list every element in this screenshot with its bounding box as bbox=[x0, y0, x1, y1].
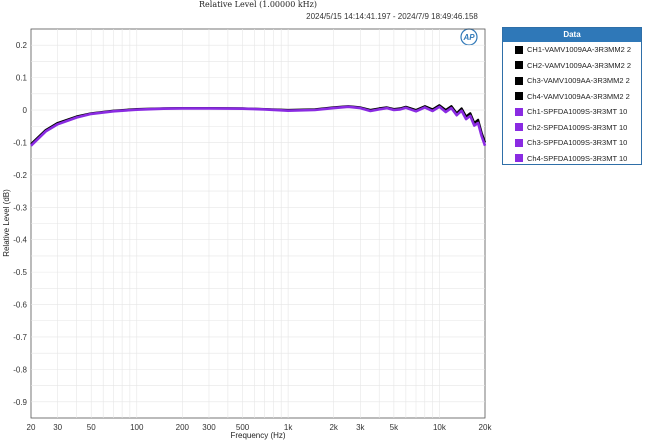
legend-title: Data bbox=[503, 28, 641, 42]
legend-item: Ch4-SPFDA1009S-3R3MT 10 bbox=[503, 151, 641, 167]
legend-swatch bbox=[515, 123, 523, 132]
x-tick-label: 200 bbox=[176, 423, 190, 432]
y-tick-label: -0.9 bbox=[13, 398, 27, 407]
y-tick-label: -0.4 bbox=[13, 236, 27, 245]
legend-label: Ch4-SPFDA1009S-3R3MT 10 bbox=[527, 153, 628, 163]
legend-swatch bbox=[515, 154, 523, 163]
legend-label: CH2-VAMV1009AA-3R3MM2 2 bbox=[527, 60, 632, 70]
legend-items: CH1-VAMV1009AA-3R3MM2 2 CH2-VAMV1009AA-3R… bbox=[503, 42, 641, 166]
x-axis-title: Frequency (Hz) bbox=[230, 431, 285, 440]
y-tick-label: -0.3 bbox=[13, 203, 27, 212]
legend-item: Ch3-SPFDA1009S-3R3MT 10 bbox=[503, 135, 641, 151]
y-tick-label: -0.7 bbox=[13, 333, 27, 342]
ap-logo: AP bbox=[460, 28, 478, 46]
legend-item: Ch2-SPFDA1009S-3R3MT 10 bbox=[503, 120, 641, 136]
legend-label: Ch4-VAMV1009AA-3R3MM2 2 bbox=[527, 91, 630, 101]
y-tick-label: -0.5 bbox=[13, 268, 27, 277]
y-tick-label: -0.1 bbox=[13, 138, 27, 147]
legend-item: Ch1-SPFDA1009S-3R3MT 10 bbox=[503, 104, 641, 120]
y-tick-label: -0.6 bbox=[13, 301, 27, 310]
axis-ticks: 20 30 50 100 200 300 500 1k 2k 3k 5k 10k 20k0.20.10-… bbox=[13, 41, 492, 432]
x-tick-label: 20k bbox=[479, 423, 493, 432]
x-tick-label: 100 bbox=[130, 423, 144, 432]
legend-label: Ch2-SPFDA1009S-3R3MT 10 bbox=[527, 122, 628, 132]
y-tick-label: 0 bbox=[23, 106, 28, 115]
legend-swatch bbox=[515, 138, 523, 147]
x-tick-label: 10k bbox=[433, 423, 447, 432]
x-tick-label: 300 bbox=[202, 423, 216, 432]
x-tick-label: 20 bbox=[27, 423, 36, 432]
x-tick-label: 30 bbox=[53, 423, 62, 432]
legend-label: Ch1-SPFDA1009S-3R3MT 10 bbox=[527, 107, 628, 117]
legend-item: CH1-VAMV1009AA-3R3MM2 2 bbox=[503, 42, 641, 58]
y-axis-title: Relative Level (dB) bbox=[2, 189, 11, 257]
legend-item: Ch4-VAMV1009AA-3R3MM2 2 bbox=[503, 89, 641, 105]
legend-swatch bbox=[515, 107, 523, 116]
legend-label: Ch3-SPFDA1009S-3R3MT 10 bbox=[527, 138, 628, 148]
chart-title: Relative Level (1.00000 kHz) bbox=[199, 0, 317, 9]
legend: Data CH1-VAMV1009AA-3R3MM2 2 CH2-VAMV1009… bbox=[502, 27, 642, 165]
x-tick-label: 3k bbox=[356, 423, 365, 432]
y-tick-label: -0.8 bbox=[13, 365, 27, 374]
legend-swatch bbox=[515, 61, 523, 70]
series-lines bbox=[30, 104, 487, 147]
x-tick-label: 50 bbox=[87, 423, 96, 432]
legend-label: CH1-VAMV1009AA-3R3MM2 2 bbox=[527, 45, 632, 55]
y-tick-label: -0.2 bbox=[13, 171, 27, 180]
legend-label: Ch3-VAMV1009AA-3R3MM2 2 bbox=[527, 76, 630, 86]
legend-swatch bbox=[515, 92, 523, 101]
legend-swatch bbox=[515, 76, 523, 85]
legend-swatch bbox=[515, 45, 523, 54]
y-tick-label: 0.1 bbox=[16, 74, 28, 83]
chart-subtitle: 2024/5/15 14:14:41.197 - 2024/7/9 18:49:… bbox=[306, 12, 478, 21]
x-tick-label: 2k bbox=[329, 423, 338, 432]
grid bbox=[31, 29, 485, 418]
x-tick-label: 5k bbox=[390, 423, 399, 432]
legend-item: CH2-VAMV1009AA-3R3MM2 2 bbox=[503, 58, 641, 74]
svg-text:AP: AP bbox=[462, 33, 475, 42]
y-tick-label: 0.2 bbox=[16, 41, 28, 50]
legend-item: Ch3-VAMV1009AA-3R3MM2 2 bbox=[503, 73, 641, 89]
